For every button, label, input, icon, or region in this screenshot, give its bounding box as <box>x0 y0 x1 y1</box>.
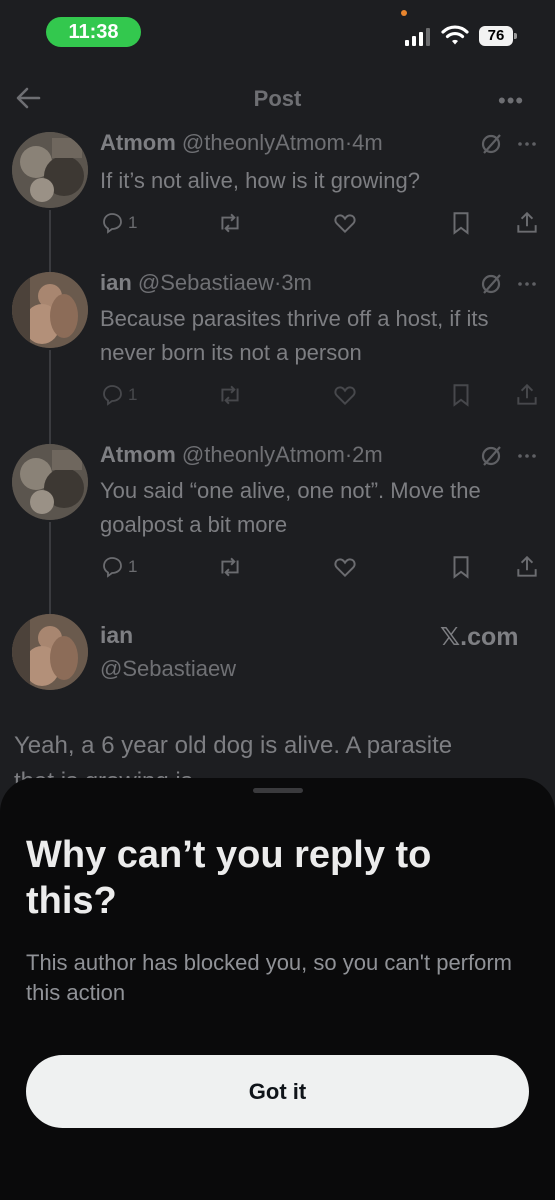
reply-count: 1 <box>128 385 138 404</box>
avatar[interactable] <box>12 614 88 690</box>
battery-indicator: 76 <box>479 26 517 46</box>
repost-icon[interactable] <box>217 208 243 238</box>
post-time: ·2m <box>344 442 383 467</box>
share-icon[interactable] <box>514 552 540 582</box>
privacy-indicator-dot <box>401 10 407 16</box>
got-it-button[interactable]: Got it <box>26 1055 529 1128</box>
post-text: Yeah, a 6 year old dog is alive. A paras… <box>14 732 453 759</box>
author-handle[interactable]: @theonlyAtmom <box>182 442 345 467</box>
grok-and-more-icons[interactable] <box>481 132 541 156</box>
author-name[interactable]: ian <box>100 270 132 295</box>
post-actions: 1 <box>100 552 545 582</box>
avatar[interactable] <box>12 444 88 520</box>
author-name[interactable]: Atmom <box>100 130 176 155</box>
post-header: Atmom @theonlyAtmom·4m <box>100 130 383 156</box>
grok-and-more-icons[interactable] <box>481 444 541 468</box>
bookmark-icon[interactable] <box>448 380 474 410</box>
avatar[interactable] <box>12 132 88 208</box>
repost-icon[interactable] <box>217 552 243 582</box>
time-pill[interactable]: 11:38 <box>46 17 141 47</box>
like-icon[interactable] <box>332 380 358 410</box>
post-time: ·3m <box>274 270 312 295</box>
thread-post[interactable]: Atmom @theonlyAtmom·2m You said “one ali… <box>0 442 555 592</box>
post-text: Because parasites thrive off a host, if … <box>100 306 489 365</box>
repost-icon[interactable] <box>217 380 243 410</box>
author-handle[interactable]: @Sebastiaew <box>100 656 236 682</box>
post-header: Atmom @theonlyAtmom·2m <box>100 442 383 468</box>
nav-header: Post ••• <box>0 72 555 126</box>
author-handle[interactable]: @Sebastiaew <box>138 270 274 295</box>
sheet-title: Why can’t you reply to this? <box>26 834 432 922</box>
reply-restriction-sheet: Why can’t you reply to this? This author… <box>0 778 555 1200</box>
bookmark-icon[interactable] <box>448 552 474 582</box>
cellular-signal-icon <box>405 28 431 46</box>
like-icon[interactable] <box>332 208 358 238</box>
x-com-watermark: 𝕏.com <box>440 623 519 651</box>
author-handle[interactable]: @theonlyAtmom <box>182 130 345 155</box>
bookmark-icon[interactable] <box>448 208 474 238</box>
reply-button[interactable]: 1 <box>100 380 137 410</box>
sheet-message: This author has blocked you, so you can'… <box>26 950 513 1005</box>
grok-and-more-icons[interactable] <box>481 272 541 296</box>
reply-icon <box>103 213 122 234</box>
author-name[interactable]: Atmom <box>100 442 176 467</box>
reply-icon <box>103 385 122 406</box>
status-bar: 11:38 76 <box>0 0 555 64</box>
post-time: ·4m <box>344 130 383 155</box>
post-actions: 1 <box>100 208 545 238</box>
post-actions: 1 <box>100 380 545 410</box>
wifi-icon <box>441 25 469 45</box>
share-icon[interactable] <box>514 208 540 238</box>
post-text: If it’s not alive, how is it growing? <box>100 168 420 193</box>
reply-count: 1 <box>128 557 138 576</box>
reply-button[interactable]: 1 <box>100 552 137 582</box>
post-text: You said “one alive, one not”. Move the … <box>100 478 481 537</box>
thread-post[interactable]: Atmom @theonlyAtmom·4m If it’s not alive… <box>0 130 555 250</box>
reply-button[interactable]: 1 <box>100 208 137 238</box>
thread-post[interactable]: ian @Sebastiaew·3m Because parasites thr… <box>0 270 555 420</box>
reply-count: 1 <box>128 213 138 232</box>
reply-icon <box>103 557 122 578</box>
sheet-grabber[interactable] <box>253 788 303 793</box>
share-icon[interactable] <box>514 380 540 410</box>
post-header: ian @Sebastiaew·3m <box>100 270 312 296</box>
more-options-icon[interactable]: ••• <box>498 88 530 113</box>
page-title: Post <box>253 86 302 111</box>
like-icon[interactable] <box>332 552 358 582</box>
author-name[interactable]: ian <box>100 622 133 649</box>
avatar[interactable] <box>12 272 88 348</box>
